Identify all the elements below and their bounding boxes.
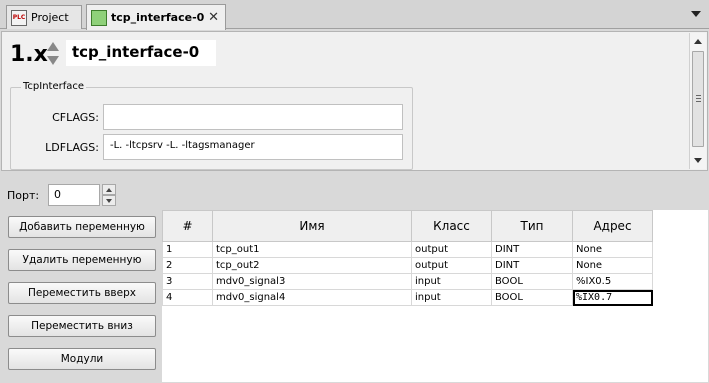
cell-type[interactable]: BOOL xyxy=(491,273,573,290)
tab-project[interactable]: PLC Project xyxy=(6,5,82,29)
arrow-down-icon xyxy=(106,199,112,203)
cell-address[interactable]: %IX0.5 xyxy=(572,273,653,290)
cell-address[interactable]: None xyxy=(572,241,653,258)
group-title: TcpInterface xyxy=(21,81,87,92)
table-row[interactable]: 4 mdv0_signal4 input BOOL %IX0.7 xyxy=(162,289,653,306)
arrow-down-icon[interactable] xyxy=(47,56,59,65)
plc-icon: PLC xyxy=(11,9,27,26)
column-header-address[interactable]: Адрес xyxy=(572,210,653,242)
table-row[interactable]: 1 tcp_out1 output DINT None xyxy=(162,241,653,258)
ldflags-input[interactable]: -L. -ltcpsrv -L. -ltagsmanager xyxy=(103,134,403,160)
module-icon xyxy=(91,9,107,26)
module-name-field[interactable]: tcp_interface-0 xyxy=(66,40,216,66)
cell-name[interactable]: tcp_out2 xyxy=(212,257,412,274)
close-icon[interactable]: ✕ xyxy=(208,10,219,25)
add-variable-button[interactable]: Добавить переменную xyxy=(8,216,156,238)
column-header-name[interactable]: Имя xyxy=(212,210,412,242)
column-header-class[interactable]: Класс xyxy=(411,210,492,242)
table-row[interactable]: 2 tcp_out2 output DINT None xyxy=(162,257,653,274)
port-input[interactable]: 0 xyxy=(48,184,100,206)
tab-bar: PLC Project tcp_interface-0 ✕ xyxy=(0,0,709,30)
cell-class[interactable]: output xyxy=(411,241,492,258)
tab-list-dropdown-icon[interactable] xyxy=(691,11,701,17)
grip-line xyxy=(696,101,701,102)
cell-address[interactable]: None xyxy=(572,257,653,274)
version-spinner[interactable] xyxy=(46,40,60,68)
ldflags-label: LDFLAGS: xyxy=(45,141,99,154)
arrow-up-icon xyxy=(106,188,112,192)
grip-line xyxy=(696,95,701,96)
variables-area: Порт: 0 Добавить переменную Удалить пере… xyxy=(1,172,708,382)
cell-name[interactable]: mdv0_signal4 xyxy=(212,289,412,306)
cell-name[interactable]: mdv0_signal3 xyxy=(212,273,412,290)
variables-table-container: # Имя Класс Тип Адрес 1 tcp_out1 output … xyxy=(162,210,708,382)
cell-class[interactable]: input xyxy=(411,289,492,306)
cell-class[interactable]: output xyxy=(411,257,492,274)
move-up-button[interactable]: Переместить вверх xyxy=(8,282,156,304)
module-settings-panel: 1.x tcp_interface-0 TcpInterface CFLAGS:… xyxy=(1,31,708,171)
column-header-number[interactable]: # xyxy=(162,210,213,242)
cell-name[interactable]: tcp_out1 xyxy=(212,241,412,258)
tab-tcp-interface-label: tcp_interface-0 xyxy=(111,11,205,24)
tab-tcp-interface[interactable]: tcp_interface-0 ✕ xyxy=(86,4,226,30)
table-row[interactable]: 3 mdv0_signal3 input BOOL %IX0.5 xyxy=(162,273,653,290)
column-header-type[interactable]: Тип xyxy=(491,210,573,242)
port-label: Порт: xyxy=(7,189,40,202)
cell-number[interactable]: 4 xyxy=(162,289,213,306)
scrollbar-thumb[interactable] xyxy=(692,51,704,147)
cell-number[interactable]: 1 xyxy=(162,241,213,258)
cell-type[interactable]: DINT xyxy=(491,241,573,258)
cflags-label: CFLAGS: xyxy=(52,111,99,124)
variables-table: # Имя Класс Тип Адрес 1 tcp_out1 output … xyxy=(162,210,653,306)
port-increment-button[interactable] xyxy=(102,184,116,195)
cell-class[interactable]: input xyxy=(411,273,492,290)
tab-project-label: Project xyxy=(31,11,69,24)
move-down-button[interactable]: Переместить вниз xyxy=(8,315,156,337)
scroll-down-icon[interactable] xyxy=(694,158,702,163)
tcpinterface-group: TcpInterface CFLAGS: LDFLAGS: -L. -ltcps… xyxy=(10,81,413,170)
grip-line xyxy=(696,98,701,99)
version-label: 1.x xyxy=(10,42,48,67)
scroll-up-icon[interactable] xyxy=(694,39,702,44)
cell-address-selected[interactable]: %IX0.7 xyxy=(572,289,653,306)
vertical-scrollbar[interactable] xyxy=(689,33,706,169)
cell-type[interactable]: BOOL xyxy=(491,289,573,306)
arrow-up-icon[interactable] xyxy=(47,42,59,51)
port-decrement-button[interactable] xyxy=(102,195,116,206)
port-spinner[interactable] xyxy=(102,184,116,206)
modules-button[interactable]: Модули xyxy=(8,348,156,370)
cell-number[interactable]: 2 xyxy=(162,257,213,274)
cell-type[interactable]: DINT xyxy=(491,257,573,274)
cflags-input[interactable] xyxy=(103,104,403,130)
cell-number[interactable]: 3 xyxy=(162,273,213,290)
table-header-row: # Имя Класс Тип Адрес xyxy=(162,210,653,242)
delete-variable-button[interactable]: Удалить переменную xyxy=(8,249,156,271)
